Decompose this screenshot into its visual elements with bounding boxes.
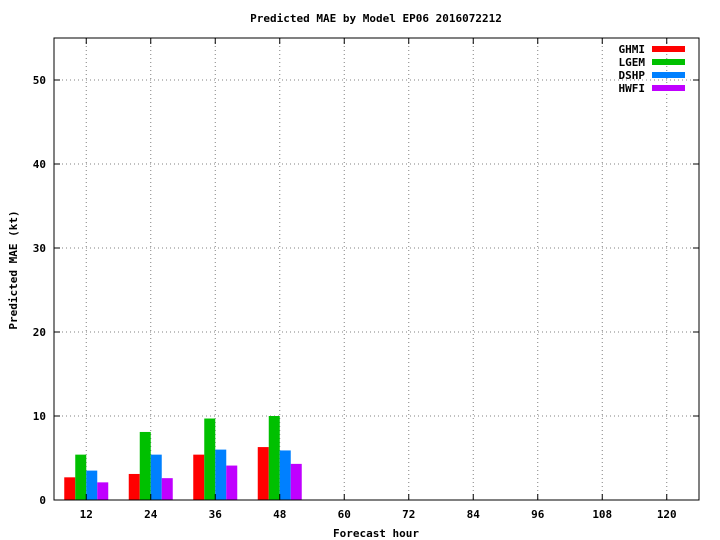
x-tick-label: 24 <box>144 508 158 521</box>
x-tick-label: 36 <box>209 508 223 521</box>
bar-dshp <box>86 470 98 500</box>
bar-hwfi <box>97 482 109 500</box>
legend-label: DSHP <box>619 69 646 82</box>
bar-ghmi <box>193 454 205 500</box>
bar-dshp <box>215 449 227 500</box>
chart-title: Predicted MAE by Model EP06 2016072212 <box>250 12 502 25</box>
axes: 0 10 20 30 40 50 12 24 36 48 60 72 84 96 108 120 <box>33 38 699 521</box>
x-tick-label: 12 <box>80 508 93 521</box>
chart-svg: Predicted MAE by Model EP06 2016072212 F… <box>7 12 700 540</box>
legend-swatch <box>652 46 685 52</box>
legend-swatch <box>652 59 685 65</box>
x-tick-label: 96 <box>531 508 545 521</box>
bar-lgem <box>268 416 280 500</box>
chart: Predicted MAE by Model EP06 2016072212 F… <box>0 0 720 540</box>
x-tick-label: 60 <box>338 508 351 521</box>
bar-hwfi <box>161 478 173 500</box>
y-tick-label: 20 <box>33 326 46 339</box>
bar-hwfi <box>226 465 238 500</box>
bar-lgem <box>204 418 216 500</box>
legend-label: LGEM <box>619 56 646 69</box>
grid <box>54 38 699 500</box>
bar-lgem <box>75 454 87 500</box>
legend: GHMILGEMDSHPHWFI <box>619 43 685 95</box>
y-tick-label: 40 <box>33 158 46 171</box>
y-tick-label: 50 <box>33 74 46 87</box>
legend-swatch <box>652 72 685 78</box>
bar-ghmi <box>64 477 76 500</box>
bar-ghmi <box>128 473 140 500</box>
y-tick-label: 30 <box>33 242 46 255</box>
bar-hwfi <box>290 463 302 500</box>
bar-ghmi <box>257 447 269 500</box>
y-axis-label: Predicted MAE (kt) <box>7 210 20 329</box>
y-tick-label: 10 <box>33 410 46 423</box>
x-tick-label: 48 <box>273 508 286 521</box>
x-tick-label: 108 <box>592 508 612 521</box>
x-axis-label: Forecast hour <box>333 527 419 540</box>
y-tick-label: 0 <box>39 494 46 507</box>
bars <box>64 416 302 500</box>
x-tick-label: 84 <box>467 508 481 521</box>
legend-label: GHMI <box>619 43 646 56</box>
bar-lgem <box>139 431 151 500</box>
bar-dshp <box>150 454 162 500</box>
bar-dshp <box>279 450 291 500</box>
legend-label: HWFI <box>619 82 646 95</box>
x-tick-label: 72 <box>402 508 415 521</box>
legend-swatch <box>652 85 685 91</box>
x-tick-label: 120 <box>657 508 677 521</box>
